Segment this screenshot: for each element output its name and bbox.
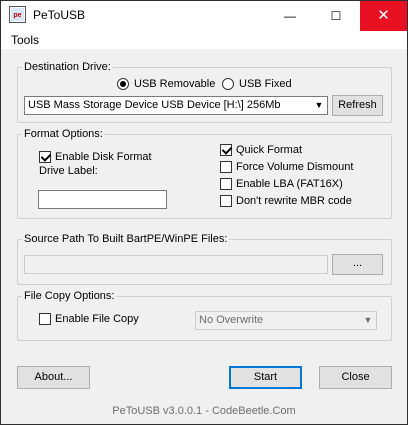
enable-file-copy-label: Enable File Copy [55,313,139,325]
enable-file-copy-checkbox[interactable] [39,313,51,325]
drive-select[interactable]: USB Mass Storage Device USB Device [H:\]… [24,96,328,115]
menu-bar: Tools [1,31,407,49]
enable-lba-checkbox[interactable] [220,178,232,190]
drive-label-input[interactable] [38,190,167,209]
enable-disk-format-label: Enable Disk Format [55,151,152,163]
quick-format-checkbox[interactable] [220,144,232,156]
minimize-button[interactable]: — [267,1,313,31]
petousb-window: pe PeToUSB — ☐ ✕ Tools Destination Drive… [0,0,408,425]
usb-removable-label: USB Removable [134,78,216,90]
dont-rewrite-mbr-checkbox[interactable] [220,195,232,207]
overwrite-select-value: No Overwrite [199,314,264,326]
dont-rewrite-mbr-label: Don't rewrite MBR code [236,195,352,207]
drive-label-label: Drive Label: [39,165,98,177]
source-path-input[interactable] [24,255,328,274]
chevron-down-icon: ▼ [363,315,373,325]
title-bar[interactable]: pe PeToUSB — ☐ ✕ [1,1,407,31]
menu-item-tools[interactable]: Tools [11,31,39,49]
enable-lba-label: Enable LBA (FAT16X) [236,178,343,190]
close-window-button[interactable]: ✕ [360,1,407,31]
force-volume-dismount-checkbox[interactable] [220,161,232,173]
force-volume-dismount-label: Force Volume Dismount [236,161,354,173]
source-path-label: Source Path To Built BartPE/WinPE Files: [22,233,230,245]
usb-fixed-label: USB Fixed [239,78,292,90]
footer-credit: PeToUSB v3.0.0.1 - CodeBeetle.Com [112,405,296,417]
close-icon: ✕ [377,7,390,24]
overwrite-select[interactable]: No Overwrite ▼ [195,311,377,330]
drive-select-value: USB Mass Storage Device USB Device [H:\]… [28,99,281,111]
browse-button[interactable]: ... [332,254,383,275]
close-button[interactable]: Close [319,366,392,389]
maximize-button[interactable]: ☐ [313,1,359,31]
start-button[interactable]: Start [229,366,302,389]
file-copy-label: File Copy Options: [22,290,117,302]
minimize-icon: — [284,9,296,23]
chevron-down-icon: ▼ [314,100,324,110]
app-icon-label: pe [13,12,21,19]
destination-drive-label: Destination Drive: [22,61,113,73]
quick-format-label: Quick Format [236,144,303,156]
maximize-icon: ☐ [330,9,342,23]
format-options-label: Format Options: [22,128,105,140]
enable-disk-format-checkbox[interactable] [39,151,51,163]
about-button[interactable]: About... [17,366,90,389]
usb-fixed-radio[interactable] [222,78,234,90]
app-icon: pe [9,6,26,23]
usb-removable-radio[interactable] [117,78,129,90]
window-title: PeToUSB [33,8,86,22]
refresh-button[interactable]: Refresh [332,95,383,116]
